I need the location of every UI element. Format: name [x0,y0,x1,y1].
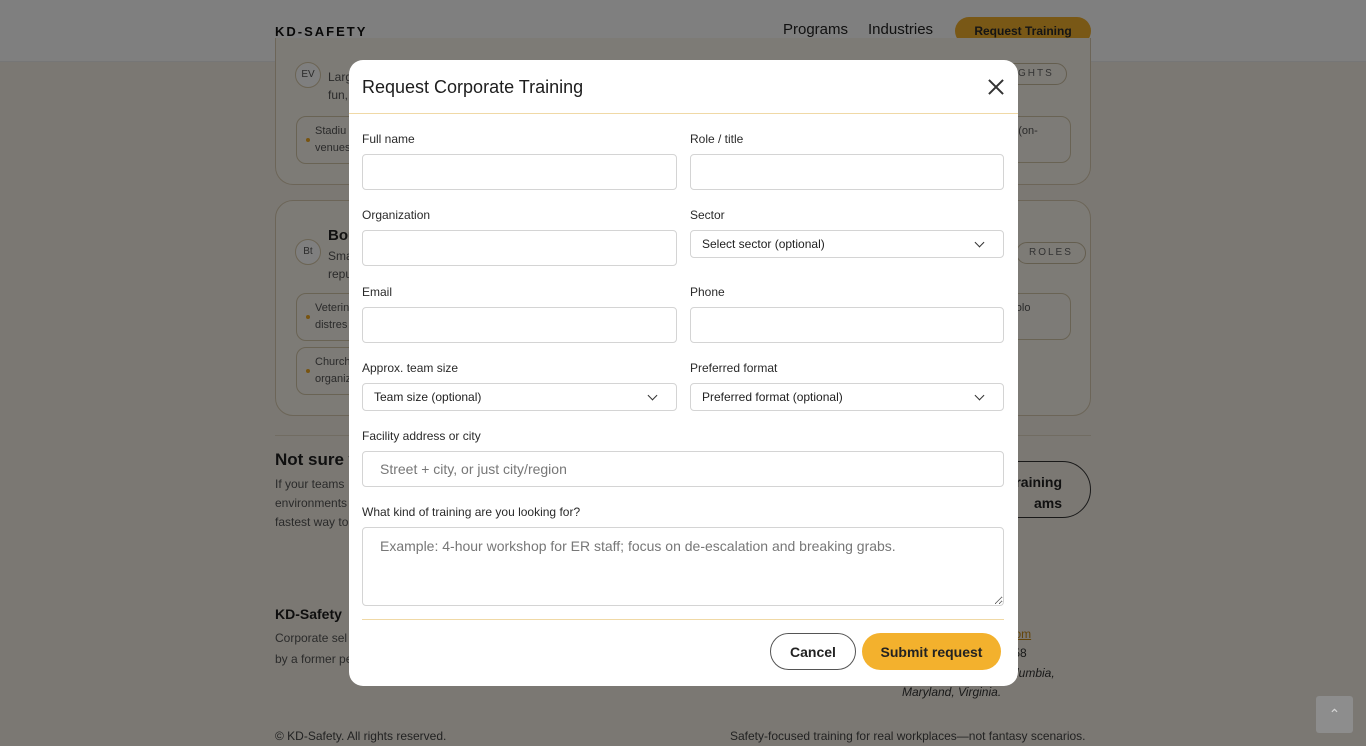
full-name-label: Full name [362,132,415,146]
role-input[interactable] [690,154,1004,190]
format-label: Preferred format [690,361,778,375]
submit-request-button[interactable]: Submit request [862,633,1001,670]
chevron-up-icon: ⌃ [1328,706,1341,722]
sector-selected-value: Select sector (optional) [702,237,825,251]
email-label: Email [362,285,393,299]
training-needs-textarea[interactable] [362,527,1004,606]
modal-footer-divider [362,619,1004,620]
sector-select[interactable]: Select sector (optional) [690,230,1004,258]
modal-title: Request Corporate Training [362,77,584,97]
phone-input[interactable] [690,307,1004,343]
chevron-down-icon [974,390,985,401]
back-to-top-button[interactable]: ⌃ [1316,696,1353,733]
request-training-modal: Request Corporate Training Full name Rol… [349,60,1018,686]
team-size-select[interactable]: Team size (optional) [362,383,677,411]
format-selected-value: Preferred format (optional) [702,390,843,404]
organization-label: Organization [362,208,431,222]
email-input[interactable] [362,307,677,343]
chevron-down-icon [974,237,985,248]
organization-input[interactable] [362,230,677,266]
sector-label: Sector [690,208,725,222]
role-label: Role / title [690,132,744,146]
team-size-selected-value: Team size (optional) [374,390,482,404]
cancel-button[interactable]: Cancel [770,633,856,670]
format-select[interactable]: Preferred format (optional) [690,383,1004,411]
modal-header: Request Corporate Training [349,60,1018,114]
address-label: Facility address or city [362,429,481,443]
full-name-input[interactable] [362,154,677,190]
address-input[interactable] [362,451,1004,487]
close-icon[interactable] [987,78,1005,96]
training-needs-label: What kind of training are you looking fo… [362,505,581,519]
phone-label: Phone [690,285,725,299]
team-size-label: Approx. team size [362,361,459,375]
chevron-down-icon [647,390,658,401]
